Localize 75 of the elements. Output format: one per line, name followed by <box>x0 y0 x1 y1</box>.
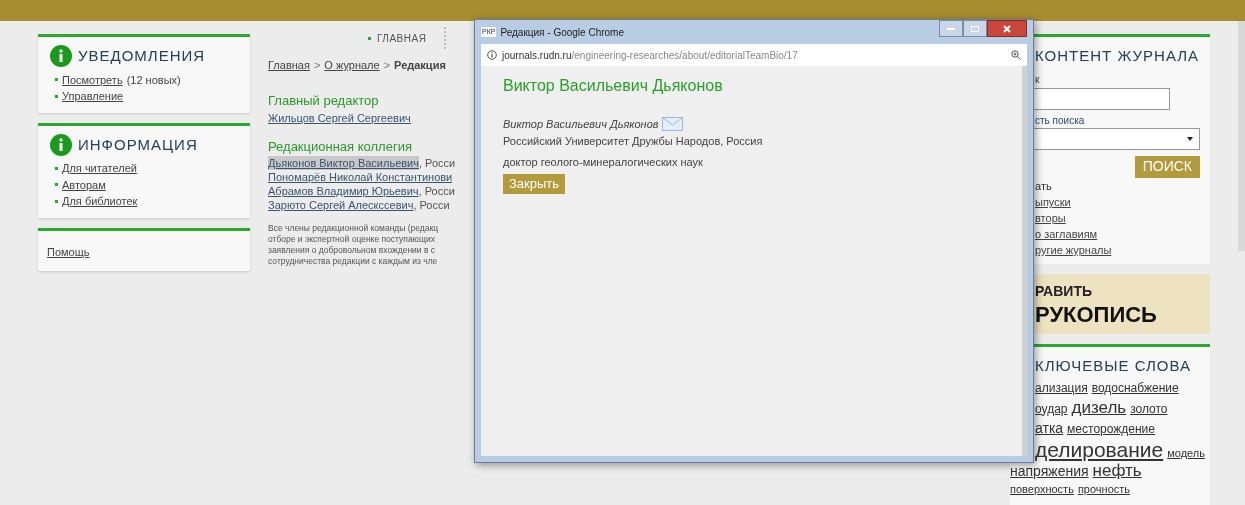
info-icon <box>50 133 72 156</box>
note-text: заявления о добровольном вхождении в с <box>268 245 437 256</box>
bullet-icon <box>55 199 58 203</box>
window-title: Редакция - Google Chrome <box>500 25 624 40</box>
nav-separator-icon <box>444 27 447 49</box>
person-name: Виктор Васильевич Дьяконов <box>503 117 659 132</box>
close-icon <box>1003 24 1011 33</box>
browse-link[interactable]: вторы <box>1035 210 1066 226</box>
breadcrumb-link[interactable]: Главная <box>268 57 310 74</box>
person-link[interactable]: Абрамов Владимир Юрьевич <box>268 184 419 198</box>
keyword-link[interactable]: поверхность <box>1010 480 1074 497</box>
banner-text: РУКОПИСЬ <box>1035 301 1158 328</box>
person-link[interactable]: Дьяконов Виктор Васильевич <box>268 156 419 170</box>
bullet-icon <box>55 183 58 187</box>
keyword-link[interactable]: водоснабжение <box>1091 378 1179 398</box>
section-heading: Главный редактор <box>268 91 380 110</box>
bio-heading: Виктор Васильевич Дьяконов <box>503 76 723 96</box>
breadcrumb-separator: > <box>313 58 321 73</box>
caret-icon <box>1187 136 1193 141</box>
affiliation-text: , Росси <box>419 156 456 170</box>
nav-link[interactable]: ГЛАВНАЯ <box>377 30 427 46</box>
keyword-link[interactable]: напряжения <box>1010 461 1089 481</box>
help-link[interactable]: Помощь <box>47 245 90 258</box>
affiliation-text: , Росси <box>413 198 450 212</box>
keyword-link[interactable]: прочность <box>1077 480 1131 497</box>
keyword-link[interactable]: атка <box>1035 418 1064 438</box>
info-icon <box>50 45 72 68</box>
count-text: (12 новых) <box>126 72 181 88</box>
note-text: сотрудничества редакции с каждым из чле <box>268 256 439 267</box>
panel-title: ИНФОРМАЦИЯ <box>78 134 198 155</box>
keyword-link[interactable]: модель <box>1167 444 1205 461</box>
bullet-icon <box>55 166 58 170</box>
sidebar-link[interactable]: Авторам <box>62 176 106 193</box>
keyword-link[interactable]: дизель <box>1071 397 1127 418</box>
banner-text: РАВИТЬ <box>1035 281 1093 301</box>
panel-title: УВЕДОМЛЕНИЯ <box>78 46 206 66</box>
section-label: ать <box>1035 178 1053 194</box>
note-text: отборе и экспертной оценке поступающих <box>268 234 436 245</box>
browse-link[interactable]: ругие журналы <box>1035 242 1112 258</box>
section-heading: Редакционная коллегия <box>268 137 413 156</box>
breadcrumb-separator: > <box>383 58 391 73</box>
sidebar-link[interactable]: Для читателей <box>62 160 137 177</box>
maximize-button[interactable] <box>963 20 987 37</box>
panel-title: КЛЮЧЕВЫЕ СЛОВА <box>1035 356 1193 376</box>
degree-text: доктор геолого-минералогических наук <box>503 155 703 170</box>
close-button[interactable] <box>987 20 1027 37</box>
info-icon <box>487 50 497 60</box>
sidebar-link[interactable]: Управление <box>62 88 124 105</box>
breadcrumb-current: Редакция <box>394 58 446 73</box>
field-label: сть поиска <box>1035 113 1086 128</box>
note-text: Все члены редакционной команды (редакц <box>268 223 440 234</box>
url-text: journals.rudn.ru/engineering-researches/about/editorialTeamBio/17 <box>502 48 798 63</box>
keyword-link[interactable]: оудар <box>1035 399 1068 419</box>
zoom-icon <box>1011 50 1021 60</box>
person-link[interactable]: Пономарёв Николай Константинови <box>268 170 453 184</box>
bullet-icon <box>368 36 371 40</box>
bullet-icon <box>55 94 58 98</box>
keyword-link[interactable]: золото <box>1130 399 1168 419</box>
breadcrumb-link[interactable]: О журнале <box>324 57 380 74</box>
keyword-link[interactable]: ализация <box>1035 378 1088 398</box>
keyword-link[interactable]: нефть <box>1092 460 1142 481</box>
minimize-button[interactable] <box>939 20 963 37</box>
bullet-icon <box>55 78 58 82</box>
affiliation-text: , Росси <box>418 184 455 198</box>
sidebar-link[interactable]: Посмотреть <box>62 71 123 88</box>
envelope-icon[interactable] <box>661 117 683 132</box>
sidebar-link[interactable]: Для библиотек <box>62 193 138 210</box>
browse-link[interactable]: о заглавиям <box>1035 226 1098 242</box>
affiliation-text: Российский Университет Дружбы Народов, Россия <box>503 133 763 149</box>
keyword-link[interactable]: месторождение <box>1067 419 1155 439</box>
field-label: к <box>1035 72 1041 87</box>
panel-title: КОНТЕНТ ЖУРНАЛА <box>1035 46 1200 66</box>
person-link[interactable]: Жильцов Сергей Сергеевич <box>268 110 411 127</box>
keyword-link[interactable]: делирование <box>1035 438 1164 461</box>
browse-link[interactable]: ыпуски <box>1035 194 1071 210</box>
